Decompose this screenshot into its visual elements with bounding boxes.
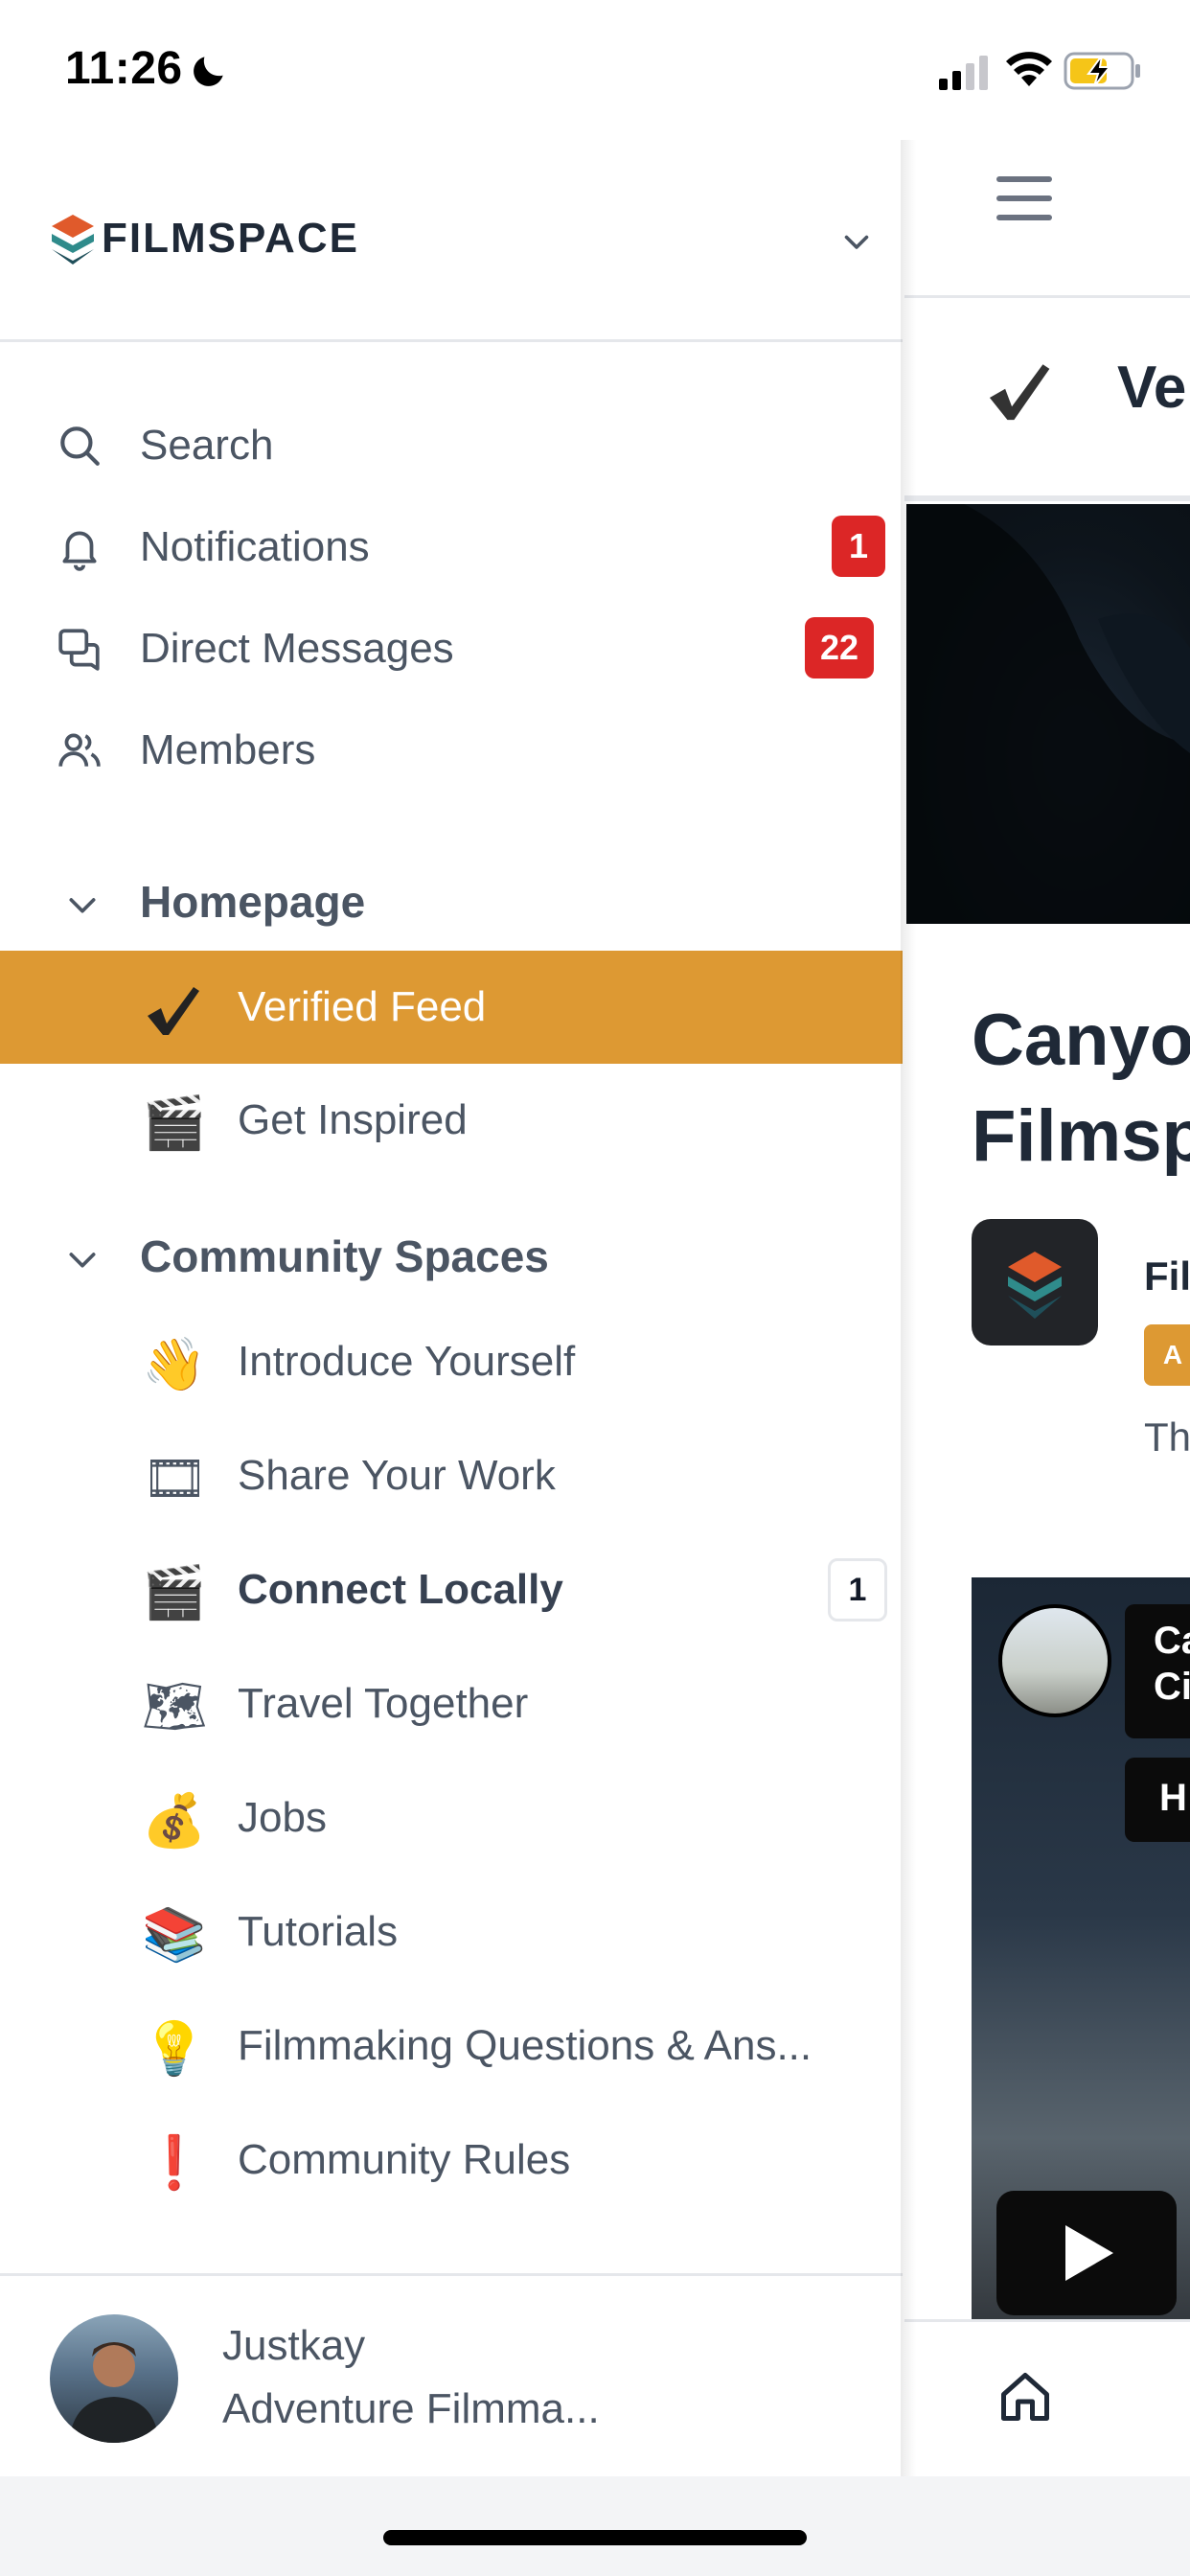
chevron-down-icon[interactable]	[839, 224, 874, 259]
home-indicator[interactable]	[383, 2530, 807, 2545]
brand-name: FILMSPACE	[102, 215, 359, 262]
space-item-label: Introduce Yourself	[238, 1338, 576, 1385]
space-item-label: Filmmaking Questions & Ans...	[238, 2022, 812, 2069]
battery-charging-icon	[1064, 52, 1140, 90]
waving-hand-icon: 👋	[142, 1336, 207, 1393]
space-item-label: Tutorials	[238, 1908, 399, 1955]
messages-count-badge: 22	[805, 617, 875, 678]
main-content: Ve Canyo Filmsp Fil A Th Ca Ci	[904, 140, 1190, 2476]
film-frames-icon: 🎞	[142, 1450, 208, 1507]
author-role-badge: A	[1144, 1324, 1190, 1386]
books-icon: 📚	[142, 1906, 207, 1964]
space-title-row: Ve	[904, 298, 1190, 501]
workspace-switcher[interactable]: FILMSPACE	[0, 140, 903, 342]
space-title: Ve	[1117, 355, 1187, 421]
messages-icon	[58, 629, 100, 671]
video-embed[interactable]: Ca Ci H	[972, 1577, 1190, 2325]
nav-item-label: Members	[140, 726, 316, 773]
user-title: Adventure Filmma...	[222, 2385, 600, 2432]
section-title: Homepage	[140, 877, 366, 927]
space-item-tutorials[interactable]: 📚 Tutorials	[0, 1875, 903, 1989]
search-icon	[60, 426, 100, 466]
space-item-label: Travel Together	[238, 1680, 529, 1727]
video-subtitle-text: H	[1159, 1777, 1187, 1819]
video-title-text: Ca Ci	[1154, 1620, 1190, 1708]
section-community-spaces[interactable]: Community Spaces	[0, 1208, 903, 1303]
nav-item-label: Notifications	[140, 523, 370, 570]
status-time: 11:26	[65, 43, 183, 94]
post-title-line-2: Filmsp	[972, 1095, 1190, 1177]
cover-image-silhouette	[906, 504, 1190, 924]
status-bar: 11:26	[0, 0, 1190, 140]
nav-item-notifications[interactable]: Notifications 1	[0, 498, 903, 594]
wifi-icon	[1006, 52, 1052, 86]
space-item-jobs[interactable]: 💰 Jobs	[0, 1761, 903, 1874]
play-button[interactable]	[996, 2191, 1177, 2315]
space-item-share-your-work[interactable]: 🎞 Share Your Work	[0, 1419, 903, 1532]
post-snippet: Th	[1144, 1414, 1190, 1460]
space-item-label: Connect Locally	[238, 1566, 563, 1613]
moon-icon	[194, 57, 223, 86]
home-indicator-area	[0, 2476, 1190, 2576]
avatar-person-icon	[69, 2342, 159, 2443]
chevron-down-icon	[69, 898, 96, 913]
drawer-shadow	[901, 140, 916, 2476]
nav-item-label: Direct Messages	[140, 625, 454, 672]
members-icon	[58, 733, 101, 767]
check-mark-icon	[989, 364, 1050, 421]
nav-item-direct-messages[interactable]: Direct Messages 22	[0, 600, 903, 696]
video-title: Ca Ci	[1125, 1604, 1190, 1738]
space-item-community-rules[interactable]: ❗ Community Rules	[0, 2104, 903, 2217]
clapperboard-icon: 🎬	[142, 1094, 207, 1152]
section-title: Community Spaces	[140, 1231, 549, 1281]
cover-image	[906, 504, 1190, 924]
avatar	[50, 2314, 178, 2443]
filmspace-logo-icon	[1008, 1252, 1062, 1319]
video-subtitle: H	[1125, 1758, 1190, 1842]
user-name: Justkay	[222, 2322, 366, 2369]
screen: 11:26 FILMSPACE Search Notifications 1 D…	[0, 0, 1190, 2576]
space-item-travel-together[interactable]: 🗺 Travel Together	[0, 1647, 903, 1760]
post-title: Canyo Filmsp	[972, 993, 1190, 1184]
bottom-nav	[904, 2319, 1190, 2476]
home-icon[interactable]	[996, 2368, 1054, 2426]
play-icon	[1065, 2225, 1113, 2281]
section-homepage[interactable]: Homepage	[0, 853, 903, 949]
post-author-name[interactable]: Fil	[1144, 1254, 1190, 1300]
hamburger-menu-icon[interactable]	[995, 172, 1054, 224]
bell-icon	[62, 531, 97, 571]
space-item-verified-feed[interactable]: Verified Feed	[0, 951, 903, 1064]
space-item-label: Get Inspired	[238, 1096, 468, 1143]
money-bag-icon: 💰	[142, 1792, 207, 1850]
cellular-signal-icon	[939, 56, 988, 90]
video-channel-avatar	[998, 1604, 1111, 1717]
main-topbar	[904, 140, 1190, 298]
exclamation-icon: ❗	[142, 2134, 207, 2192]
nav-item-search[interactable]: Search	[0, 397, 903, 493]
space-item-label: Share Your Work	[238, 1452, 556, 1499]
chevron-down-icon	[69, 1253, 96, 1268]
filmspace-logo-icon	[52, 215, 94, 264]
nav-item-members[interactable]: Members	[0, 702, 903, 797]
sidebar-drawer: FILMSPACE Search Notifications 1 Direct …	[0, 140, 903, 2481]
space-item-label: Community Rules	[238, 2136, 571, 2183]
space-item-get-inspired[interactable]: 🎬 Get Inspired	[0, 1064, 903, 1177]
post-title-line-1: Canyo	[972, 1000, 1190, 1081]
space-item-connect-locally[interactable]: 🎬 Connect Locally 1	[0, 1533, 903, 1646]
space-item-label: Verified Feed	[238, 983, 487, 1030]
clapperboard-icon: 🎬	[142, 1564, 207, 1622]
check-mark-icon	[148, 987, 199, 1035]
unread-count-badge: 1	[828, 1558, 887, 1622]
notifications-count-badge: 1	[832, 516, 885, 577]
space-item-filmmaking-questions[interactable]: 💡 Filmmaking Questions & Ans...	[0, 1990, 903, 2103]
nav-item-label: Search	[140, 422, 274, 469]
post-author-avatar[interactable]	[972, 1219, 1098, 1346]
light-bulb-icon: 💡	[142, 2020, 207, 2078]
space-item-introduce-yourself[interactable]: 👋 Introduce Yourself	[0, 1305, 903, 1418]
space-item-label: Jobs	[238, 1794, 327, 1841]
world-map-icon: 🗺	[142, 1678, 208, 1736]
user-profile-footer[interactable]: Justkay Adventure Filmma...	[0, 2273, 903, 2481]
